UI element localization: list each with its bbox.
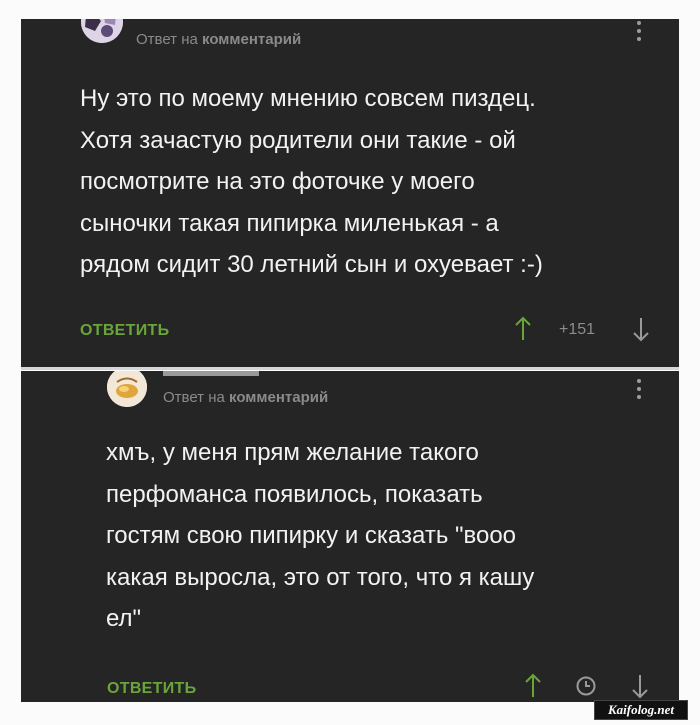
rating-score: +151 [559,321,596,338]
comment-card: Ответ на комментарий хмъ, у меня прям же… [21,371,679,702]
avatar[interactable] [107,371,147,407]
more-options-icon[interactable] [637,379,641,399]
reply-to-label: Ответ на комментарий [136,31,301,48]
username-cropped [163,371,283,380]
reply-target-link[interactable]: комментарий [229,389,328,406]
comment-card: Ответ на комментарий Ну это по моему мне… [21,19,679,367]
upvote-arrow-icon[interactable] [521,672,545,700]
reply-to-label: Ответ на комментарий [163,389,328,406]
reply-button[interactable]: ОТВЕТИТЬ [80,322,169,340]
upvote-arrow-icon[interactable] [511,315,535,343]
clock-icon [575,675,597,697]
watermark: Kaifolog.net [594,700,688,720]
comment-text: Ну это по моему мнению совсем пиздец. Хо… [80,85,543,278]
reply-prefix: Ответ на [163,389,230,406]
screenshot-frame: Ответ на комментарий Ну это по моему мне… [0,0,700,725]
divider [21,367,679,370]
comment-text: хмъ, у меня прям желание такого перфоман… [106,439,535,632]
reply-button[interactable]: ОТВЕТИТЬ [107,680,196,698]
more-options-icon[interactable] [637,21,641,41]
avatar[interactable] [81,19,123,43]
reply-target-link[interactable]: комментарий [202,31,301,48]
downvote-arrow-icon[interactable] [629,315,653,343]
downvote-arrow-icon[interactable] [628,672,652,700]
reply-prefix: Ответ на [136,31,203,48]
